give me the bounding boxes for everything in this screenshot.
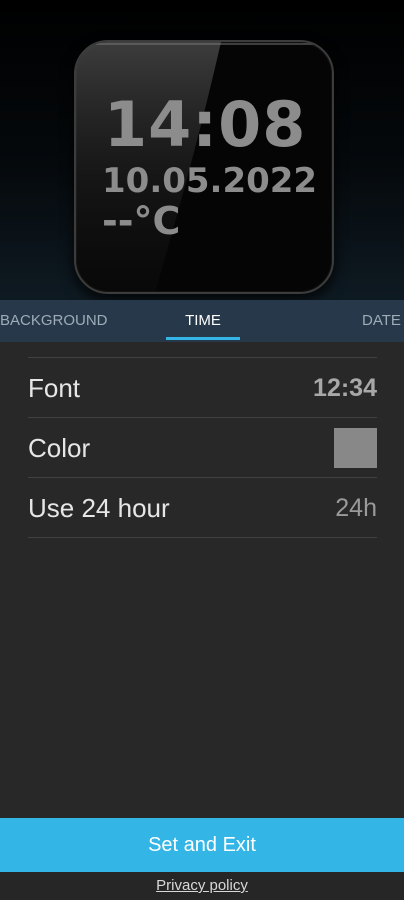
use-24-hour-value: 24h bbox=[335, 494, 377, 522]
preview-date: 10.05.2022 bbox=[102, 161, 318, 201]
setting-row-color[interactable]: Color bbox=[28, 419, 377, 477]
preview-temperature: --°C bbox=[102, 199, 181, 243]
font-label: Font bbox=[28, 373, 81, 403]
setting-row-font[interactable]: Font 12:34 bbox=[28, 359, 377, 417]
footer: Privacy policy bbox=[0, 872, 404, 900]
use-24-hour-label: Use 24 hour bbox=[28, 493, 170, 523]
divider bbox=[28, 357, 377, 358]
widget-preview-area: 14:08 10.05.2022 --°C bbox=[0, 0, 404, 300]
tab-date[interactable]: DATE bbox=[362, 300, 401, 342]
tab-time[interactable]: TIME bbox=[166, 300, 240, 342]
divider bbox=[28, 417, 377, 418]
time-settings-list: Font 12:34 Color Use 24 hour 24h bbox=[0, 342, 404, 818]
color-swatch[interactable] bbox=[334, 428, 377, 468]
divider bbox=[28, 537, 377, 538]
tab-background[interactable]: BACKGROUND bbox=[0, 300, 108, 342]
font-sample-value: 12:34 bbox=[313, 374, 377, 402]
set-and-exit-button[interactable]: Set and Exit bbox=[0, 818, 404, 872]
settings-tab-bar: BACKGROUND TIME DATE bbox=[0, 300, 404, 342]
preview-time: 14:08 bbox=[104, 88, 307, 161]
color-label: Color bbox=[28, 433, 91, 463]
setting-row-use-24-hour[interactable]: Use 24 hour 24h bbox=[28, 479, 377, 537]
divider bbox=[28, 477, 377, 478]
privacy-policy-link[interactable]: Privacy policy bbox=[156, 877, 248, 894]
selected-tab-indicator bbox=[166, 337, 240, 340]
clock-widget-preview: 14:08 10.05.2022 --°C bbox=[74, 40, 334, 294]
